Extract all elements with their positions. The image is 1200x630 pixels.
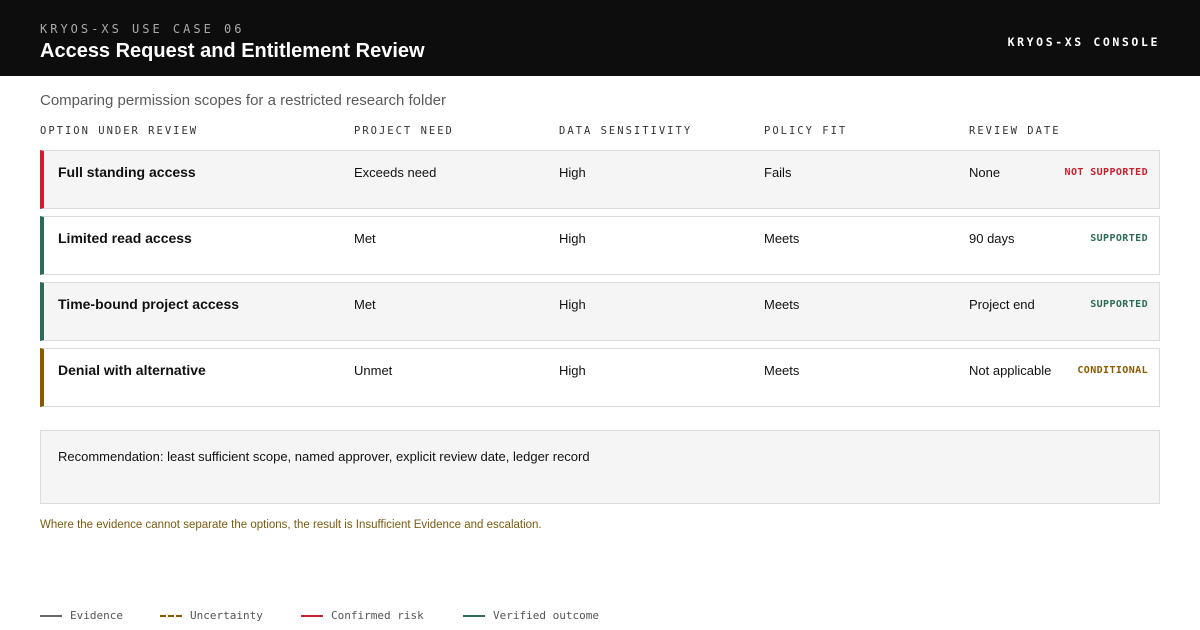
data-sensitivity-value: High	[559, 231, 586, 246]
project-need-value: Unmet	[354, 363, 393, 378]
status-badge: SUPPORTED	[1090, 299, 1148, 310]
option-name: Limited read access	[58, 230, 192, 246]
project-need-value: Met	[354, 231, 376, 246]
header-bar: KRYOS-XS USE CASE 06 Access Request and …	[0, 0, 1200, 76]
column-header-data-sensitivity: DATA SENSITIVITY	[559, 125, 693, 137]
table-row[interactable]: Time-bound project access Met High Meets…	[40, 282, 1160, 341]
option-name: Full standing access	[58, 164, 196, 180]
data-sensitivity-value: High	[559, 363, 586, 378]
column-header-policy-fit: POLICY FIT	[764, 125, 848, 137]
status-badge: NOT SUPPORTED	[1064, 167, 1148, 178]
policy-fit-value: Meets	[764, 363, 800, 378]
table-row[interactable]: Denial with alternative Unmet High Meets…	[40, 348, 1160, 407]
escalation-note: Where the evidence cannot separate the o…	[40, 519, 542, 531]
column-header-review-date: REVIEW DATE	[969, 125, 1061, 137]
status-badge: SUPPORTED	[1090, 233, 1148, 244]
table-row[interactable]: Limited read access Met High Meets 90 da…	[40, 216, 1160, 275]
status-badge: CONDITIONAL	[1077, 365, 1148, 376]
table-header: OPTION UNDER REVIEW PROJECT NEED DATA SE…	[40, 125, 1160, 141]
use-case-eyebrow: KRYOS-XS USE CASE 06	[40, 22, 245, 36]
page-subtitle: Comparing permission scopes for a restri…	[40, 92, 447, 109]
recommendation-box: Recommendation: least sufficient scope, …	[40, 430, 1160, 504]
project-need-value: Exceeds need	[354, 165, 437, 180]
review-date-value: None	[969, 165, 1001, 180]
console-label: KRYOS-XS CONSOLE	[1007, 35, 1160, 49]
legend-label: Verified outcome	[493, 609, 599, 622]
policy-fit-value: Meets	[764, 297, 800, 312]
project-need-value: Met	[354, 297, 376, 312]
legend-label: Confirmed risk	[331, 609, 424, 622]
column-header-project-need: PROJECT NEED	[354, 125, 454, 137]
policy-fit-value: Fails	[764, 165, 792, 180]
recommendation-text: Recommendation: least sufficient scope, …	[58, 449, 590, 464]
review-date-value: 90 days	[969, 231, 1015, 246]
legend-swatch-confirmed-risk	[301, 615, 323, 617]
option-name: Denial with alternative	[58, 362, 206, 378]
review-date-value: Project end	[969, 297, 1035, 312]
legend-swatch-uncertainty	[160, 615, 182, 617]
table-row[interactable]: Full standing access Exceeds need High F…	[40, 150, 1160, 209]
option-name: Time-bound project access	[58, 296, 240, 312]
legend-label: Evidence	[70, 609, 123, 622]
column-header-option: OPTION UNDER REVIEW	[40, 125, 199, 137]
policy-fit-value: Meets	[764, 231, 800, 246]
legend-label: Uncertainty	[190, 609, 263, 622]
data-sensitivity-value: High	[559, 297, 586, 312]
legend-swatch-verified-outcome	[463, 615, 485, 617]
legend-swatch-evidence	[40, 615, 62, 617]
page-title: Access Request and Entitlement Review	[40, 40, 425, 62]
data-sensitivity-value: High	[559, 165, 586, 180]
review-date-value: Not applicable	[969, 363, 1052, 378]
